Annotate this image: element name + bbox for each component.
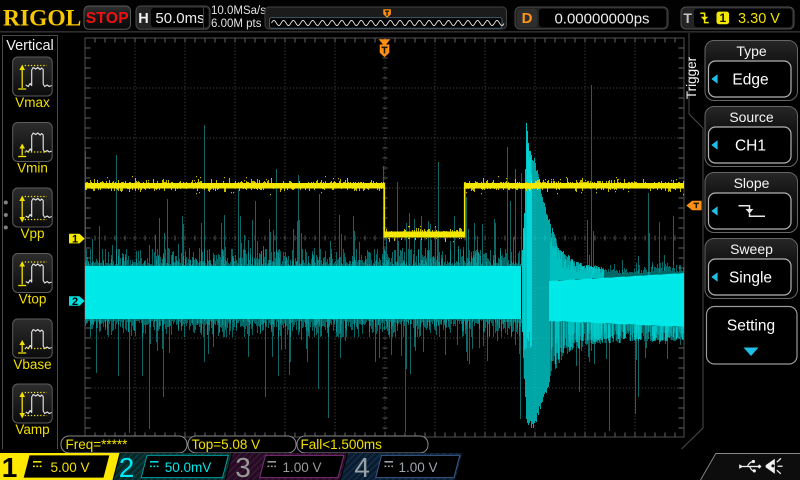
svg-text:5.00 V: 5.00 V bbox=[50, 460, 89, 475]
svg-text:Trigger: Trigger bbox=[684, 56, 699, 99]
svg-text:Fall<1.500ms: Fall<1.500ms bbox=[301, 437, 383, 452]
svg-text:Slope: Slope bbox=[734, 175, 770, 191]
svg-text:Type: Type bbox=[736, 43, 767, 59]
svg-text:Single: Single bbox=[729, 269, 772, 286]
svg-text:Vpp: Vpp bbox=[20, 226, 44, 241]
svg-text:Setting: Setting bbox=[727, 318, 775, 335]
svg-text:50.0ms: 50.0ms bbox=[155, 10, 204, 27]
svg-text:RIGOL: RIGOL bbox=[3, 6, 81, 32]
svg-text:1.00 V: 1.00 V bbox=[398, 460, 437, 475]
svg-text:Top=5.08 V: Top=5.08 V bbox=[192, 437, 261, 452]
svg-text:4: 4 bbox=[354, 452, 370, 480]
svg-text:Edge: Edge bbox=[732, 71, 768, 88]
svg-text:1.00 V: 1.00 V bbox=[282, 460, 321, 475]
svg-text:6.00M pts: 6.00M pts bbox=[211, 18, 262, 30]
svg-text:T: T bbox=[683, 10, 692, 26]
svg-text:1: 1 bbox=[72, 234, 78, 246]
svg-text:Vmax: Vmax bbox=[15, 95, 50, 110]
svg-text:10.0MSa/s: 10.0MSa/s bbox=[211, 5, 266, 17]
svg-text:Vamp: Vamp bbox=[15, 422, 49, 437]
svg-text:Freq=*****: Freq=***** bbox=[66, 437, 129, 452]
svg-text:0.00000000ps: 0.00000000ps bbox=[554, 10, 649, 27]
svg-text:2: 2 bbox=[72, 296, 78, 308]
svg-text:Vbase: Vbase bbox=[13, 357, 51, 372]
svg-text:Vmin: Vmin bbox=[17, 161, 48, 176]
svg-text:Vtop: Vtop bbox=[19, 292, 47, 307]
svg-text:D: D bbox=[522, 10, 533, 27]
svg-text:2: 2 bbox=[119, 452, 135, 480]
svg-text:1: 1 bbox=[2, 452, 18, 480]
svg-text:H: H bbox=[138, 11, 148, 27]
svg-text:3.30 V: 3.30 V bbox=[738, 11, 780, 27]
svg-text:1: 1 bbox=[720, 11, 727, 25]
svg-text:Vertical: Vertical bbox=[6, 38, 54, 54]
svg-text:3: 3 bbox=[235, 452, 251, 480]
svg-text:CH1: CH1 bbox=[735, 137, 766, 154]
svg-text:Sweep: Sweep bbox=[730, 241, 773, 257]
svg-text:STOP: STOP bbox=[86, 10, 129, 27]
svg-text:Source: Source bbox=[729, 109, 774, 125]
svg-text:50.0mV: 50.0mV bbox=[165, 460, 212, 475]
